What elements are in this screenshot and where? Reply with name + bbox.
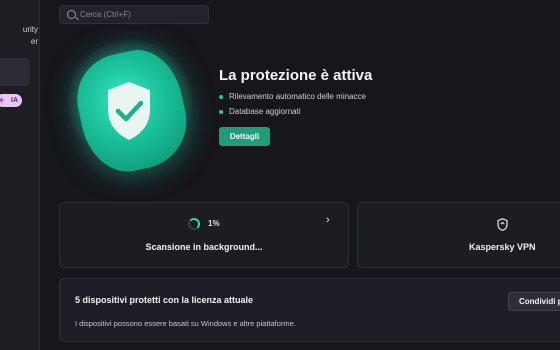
status-bullet: Database aggiornati	[219, 107, 301, 116]
product-name-line1: urity	[22, 25, 38, 34]
product-name-line2: er	[30, 37, 38, 46]
scan-label: Scansione in background...	[145, 242, 263, 252]
sparkle-icon: ✦	[0, 94, 5, 107]
search-input[interactable]	[80, 8, 200, 21]
chevron-right-icon[interactable]: ›	[326, 214, 330, 226]
shield-check-icon	[108, 82, 150, 140]
bullet-text: Database aggiornati	[229, 107, 301, 116]
protection-title: La protezione è attiva	[219, 67, 373, 84]
sidebar: urity er ✦ IA	[0, 0, 40, 350]
status-bullet: Rilevamento automatico delle minacce	[219, 92, 366, 101]
bullet-dot	[219, 94, 223, 99]
vpn-card[interactable]: Kaspersky VPN	[357, 202, 560, 268]
devices-card: 5 dispositivi protetti con la licenza at…	[59, 278, 560, 342]
spinner-icon	[188, 218, 200, 230]
bullet-text: Rilevamento automatico delle minacce	[229, 92, 366, 101]
scan-card[interactable]: 1% › Scansione in background...	[59, 202, 349, 268]
search-box[interactable]	[59, 5, 209, 24]
share-button[interactable]: Condividi p	[508, 292, 560, 311]
product-name: urity er	[0, 24, 38, 48]
details-button[interactable]: Dettagli	[219, 127, 270, 146]
sidebar-item-active[interactable]	[0, 58, 30, 86]
scan-percent: 1%	[208, 219, 220, 228]
vpn-shield-icon	[497, 218, 508, 231]
ai-badge-label: IA	[11, 97, 18, 104]
search-icon	[67, 10, 76, 19]
vpn-label: Kaspersky VPN	[469, 242, 536, 252]
devices-description: I dispositivi possono essere basati su W…	[75, 319, 296, 328]
ai-badge[interactable]: ✦ IA	[0, 94, 22, 107]
bullet-dot	[219, 109, 223, 114]
devices-title: 5 dispositivi protetti con la licenza at…	[75, 295, 254, 305]
